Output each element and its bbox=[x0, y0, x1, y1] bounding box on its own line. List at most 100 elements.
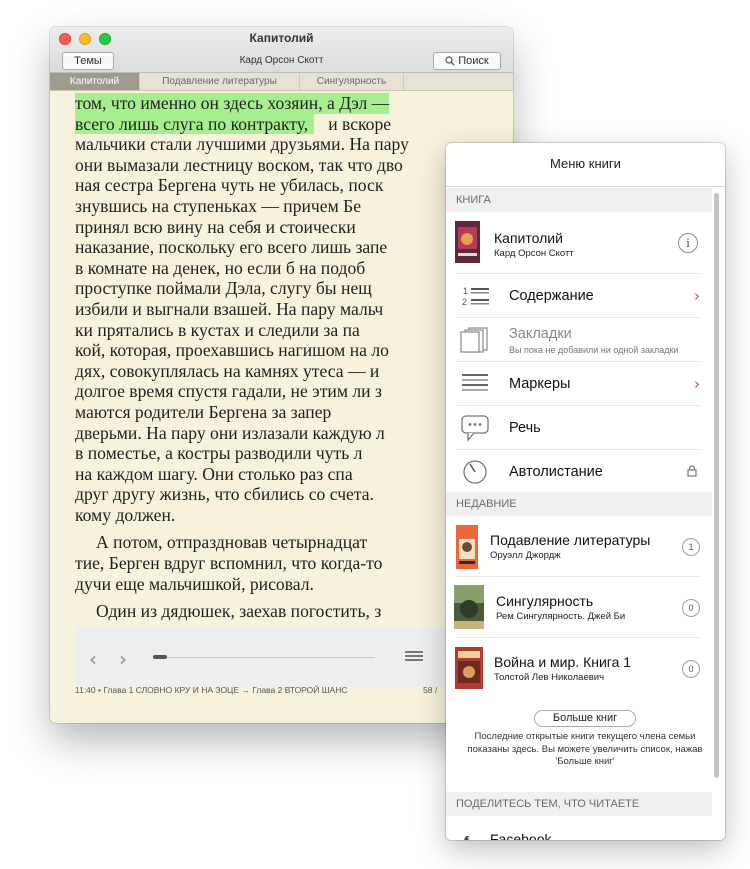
text-fragment: наказание, поскольку его всего лишь запе bbox=[75, 237, 388, 258]
text-fragment: кому должен. bbox=[75, 504, 176, 525]
menu-item-contents[interactable]: 1 2 Содержание › bbox=[446, 274, 712, 318]
menu-lines-icon[interactable] bbox=[405, 651, 423, 663]
menu-item-speech[interactable]: Речь bbox=[446, 406, 712, 450]
recent-book-author: Оруэлл Джордж bbox=[490, 550, 561, 561]
text-fragment: долгое время спустя гадали, не этим ли з bbox=[75, 381, 382, 402]
recent-book-author: Рем Сингулярность. Джей Би bbox=[496, 611, 626, 622]
section-header-recent: НЕДАВНИЕ bbox=[446, 492, 712, 516]
text-line: тие, Берген вдруг вспомнил, что когда-то bbox=[75, 553, 487, 574]
text-line: А потом, отпраздновав четырнадцат bbox=[75, 532, 487, 553]
tab-singulyarnost[interactable]: Сингулярность bbox=[300, 73, 404, 90]
themes-button[interactable]: Темы bbox=[62, 52, 114, 70]
svg-text:1: 1 bbox=[463, 286, 468, 296]
text-line: мальчики стали лучшими друзьями. На пару bbox=[75, 134, 487, 155]
text-fragment: мальчики стали лучшими друзьями. На пару bbox=[75, 134, 409, 155]
panel-scrollbar[interactable] bbox=[714, 193, 719, 778]
tab-podavlenie-literatury[interactable]: Подавление литературы bbox=[140, 73, 300, 90]
section-header-share: ПОДЕЛИТЕСЬ ТЕМ, ЧТО ЧИТАЕТЕ bbox=[446, 792, 712, 816]
book-tabs: Капитолий Подавление литературы Сингуляр… bbox=[50, 73, 513, 91]
text-fragment: принял всю вину на себя и стоически bbox=[75, 216, 356, 237]
magnifier-icon bbox=[445, 56, 455, 66]
facebook-icon: f bbox=[464, 833, 469, 840]
text-fragment: они вымазали лестницу воском, так что дв… bbox=[75, 154, 403, 175]
section-header-book: КНИГА bbox=[446, 188, 712, 212]
recent-book-title: Война и мир. Книга 1 bbox=[494, 654, 632, 670]
book-text[interactable]: том, что именно он здесь хозяин, а Дэл —… bbox=[75, 93, 487, 653]
text-fragment: Один из дядюшек, заехав погостить, з bbox=[96, 601, 382, 622]
text-fragment: А потом, отпраздновав четырнадцат bbox=[96, 532, 368, 553]
text-line: долгое время спустя гадали, не этим ли з bbox=[75, 381, 487, 402]
autoscroll-icon bbox=[463, 460, 487, 484]
tab-kapitoliy[interactable]: Капитолий bbox=[50, 73, 140, 90]
text-line: дучи еще мальчишкой, рисовал. bbox=[75, 574, 487, 595]
text-line: на каждом шагу. Они столько раз спа bbox=[75, 464, 487, 485]
chevron-right-icon: › bbox=[694, 375, 700, 393]
navigation-bar: ‹ › bbox=[75, 627, 475, 687]
text-line: дверьми. На пару они излазали каждую л bbox=[75, 423, 487, 444]
menu-item-label: Закладки bbox=[509, 326, 572, 342]
text-line: знувшись на ступеньках — причем Бе bbox=[75, 196, 487, 217]
text-fragment: знувшись на ступеньках — причем Бе bbox=[75, 195, 362, 216]
toc-icon: 1 2 bbox=[462, 286, 489, 307]
panel-title: Меню книги bbox=[550, 156, 621, 171]
reader-window: Капитолий Кард Орсон Скотт Темы Поиск Ка… bbox=[50, 27, 513, 723]
more-books-button[interactable]: Больше книг bbox=[534, 710, 636, 727]
recent-book-title: Подавление литературы bbox=[490, 532, 651, 548]
text-line: избили и выгнали взашей. На пару мальч bbox=[75, 299, 487, 320]
text-fragment: и вскоре bbox=[328, 113, 392, 134]
text-line: том, что именно он здесь хозяин, а Дэл — bbox=[75, 93, 487, 114]
lock-icon bbox=[687, 465, 697, 477]
current-book-author: Кард Орсон Скотт bbox=[494, 248, 574, 259]
marker-count-badge: 0 bbox=[682, 660, 700, 678]
divider bbox=[446, 186, 725, 187]
search-button[interactable]: Поиск bbox=[433, 52, 501, 70]
book-cover bbox=[456, 525, 478, 569]
bookmarks-icon bbox=[460, 327, 488, 353]
menu-item-sublabel: Вы пока не добавили ни одной закладки bbox=[509, 345, 679, 355]
text-line: принял всю вину на себя и стоически bbox=[75, 217, 487, 238]
current-book-row[interactable]: Капитолий Кард Орсон Скотт i bbox=[446, 212, 712, 274]
chapter-status: 11:40 • Глава 1 СЛОВНО КРУ И НА ЗОЦЕ → Г… bbox=[75, 685, 348, 695]
info-icon[interactable]: i bbox=[678, 233, 698, 253]
menu-item-label: Маркеры bbox=[509, 376, 571, 392]
status-line: 11:40 • Глава 1 СЛОВНО КРУ И НА ЗОЦЕ → Г… bbox=[75, 685, 455, 695]
marker-count-badge: 1 bbox=[682, 538, 700, 556]
search-button-label: Поиск bbox=[458, 55, 489, 67]
chevron-left-icon[interactable]: ‹ bbox=[89, 647, 97, 671]
text-fragment: дучи еще мальчишкой, рисовал. bbox=[75, 573, 314, 594]
book-cover bbox=[454, 585, 484, 629]
text-line: они вымазали лестницу воском, так что дв… bbox=[75, 155, 487, 176]
marker-count-badge: 0 bbox=[682, 599, 700, 617]
text-line: дях, совокуплялась на камнях утеса — и bbox=[75, 361, 487, 382]
recent-note: Последние открытые книги текущего члена … bbox=[467, 731, 703, 767]
menu-item-label: Речь bbox=[509, 420, 541, 436]
recent-book-item[interactable]: Война и мир. Книга 1 Толстой Лев Николае… bbox=[446, 638, 712, 699]
progress-slider[interactable] bbox=[155, 657, 375, 658]
text-fragment: избили и выгнали взашей. На пару мальч bbox=[75, 298, 384, 319]
text-line: проступке поймали Дэла, слугу бы нещ bbox=[75, 278, 487, 299]
chevron-right-icon[interactable]: › bbox=[119, 647, 127, 671]
recent-book-title: Сингулярность bbox=[496, 593, 594, 609]
progress-slider-knob[interactable] bbox=[153, 655, 167, 659]
share-facebook[interactable]: Facebook bbox=[490, 831, 551, 840]
recent-book-item[interactable]: Подавление литературы Оруэлл Джордж 1 bbox=[446, 516, 712, 577]
text-line: в комнате на денек, но если б на подоб bbox=[75, 258, 487, 279]
title-bar: Капитолий Кард Орсон Скотт Темы Поиск bbox=[50, 27, 513, 73]
menu-item-markers[interactable]: Маркеры › bbox=[446, 362, 712, 406]
menu-item-bookmarks[interactable]: Закладки Вы пока не добавили ни одной за… bbox=[446, 318, 712, 362]
text-line: кому должен. bbox=[75, 505, 487, 526]
speech-icon bbox=[461, 415, 489, 442]
menu-item-autoscroll[interactable]: Автолистание bbox=[446, 450, 712, 494]
highlighted-text[interactable]: всего лишь слуга по контракту, bbox=[75, 113, 315, 135]
recent-book-item[interactable]: Сингулярность Рем Сингулярность. Джей Би… bbox=[446, 577, 712, 638]
svg-text:2: 2 bbox=[462, 297, 467, 307]
book-menu-panel: Меню книги КНИГА Капитолий Кард Орсон Ск… bbox=[446, 143, 725, 840]
highlighted-text[interactable]: том, что именно он здесь хозяин, а Дэл — bbox=[75, 93, 390, 114]
text-line: всего лишь слуга по контракту, и вскоре bbox=[75, 113, 487, 135]
text-line: наказание, поскольку его всего лишь запе bbox=[75, 237, 487, 258]
text-line: кой, которая, проехавшись нагишом на ло bbox=[75, 340, 487, 361]
book-cover bbox=[455, 221, 480, 263]
text-fragment: друг другу жизнь, что сбились со счета. bbox=[75, 484, 374, 505]
book-cover bbox=[455, 647, 483, 689]
menu-item-label: Содержание bbox=[509, 288, 594, 304]
